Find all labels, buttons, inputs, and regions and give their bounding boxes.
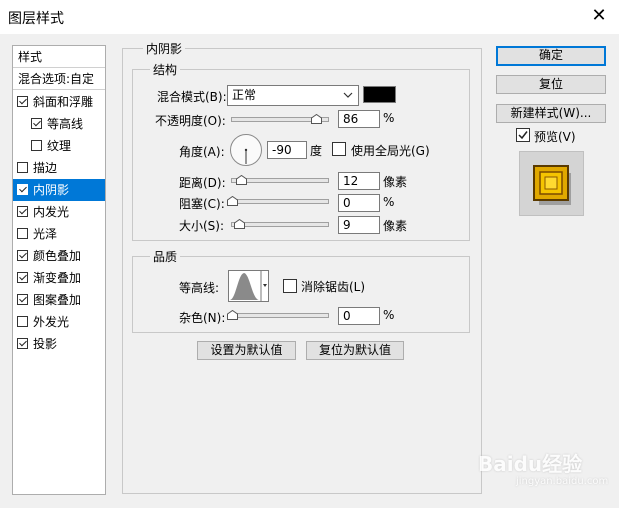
style-item-checkbox[interactable]	[17, 316, 28, 327]
style-item-checkbox[interactable]	[17, 272, 28, 283]
ok-button[interactable]: 确定	[496, 46, 606, 66]
watermark-url: jingyan.baidu.com	[516, 476, 609, 487]
new-style-button[interactable]: 新建样式(W)...	[496, 104, 606, 123]
blend-mode-select[interactable]: 正常	[227, 85, 359, 106]
style-item-label: 纹理	[47, 139, 72, 153]
style-item[interactable]: 颜色叠加	[13, 245, 105, 267]
style-item-checkbox[interactable]	[17, 338, 28, 349]
style-item[interactable]: 图案叠加	[13, 289, 105, 311]
style-item-checkbox[interactable]	[17, 294, 28, 305]
style-item[interactable]: 内发光	[13, 201, 105, 223]
choke-slider[interactable]	[231, 199, 329, 204]
angle-dial[interactable]	[229, 133, 263, 167]
preview-label: 预览(V)	[534, 130, 576, 144]
style-item-checkbox[interactable]	[17, 96, 28, 107]
style-item-checkbox[interactable]	[31, 140, 42, 151]
style-item-label: 等高线	[47, 117, 84, 131]
opacity-input[interactable]: 86	[338, 110, 380, 128]
reset-default-button[interactable]: 复位为默认值	[306, 341, 404, 360]
title-bar	[0, 0, 619, 34]
choke-label: 阻塞(C):	[179, 197, 225, 211]
style-item-label: 颜色叠加	[33, 249, 82, 263]
size-unit: 像素	[383, 219, 408, 233]
blend-mode-label: 混合模式(B):	[157, 90, 227, 104]
distance-slider-thumb[interactable]	[236, 175, 247, 185]
style-item-label: 斜面和浮雕	[33, 95, 94, 109]
opacity-unit: %	[383, 111, 395, 125]
style-item[interactable]: 渐变叠加	[13, 267, 105, 289]
make-default-button[interactable]: 设置为默认值	[197, 341, 296, 360]
style-item-checkbox[interactable]	[17, 206, 28, 217]
style-item[interactable]: 描边	[13, 157, 105, 179]
noise-unit: %	[383, 308, 395, 322]
quality-title: 品质	[150, 248, 181, 265]
style-item-label: 外发光	[33, 315, 70, 329]
structure-title: 结构	[150, 61, 181, 78]
contour-label: 等高线:	[179, 281, 220, 295]
style-item[interactable]: 内阴影	[13, 179, 105, 201]
style-item-label: 描边	[33, 161, 58, 175]
blend-mode-value: 正常	[232, 88, 257, 102]
style-item-label: 图案叠加	[33, 293, 82, 307]
angle-label: 角度(A):	[179, 145, 225, 159]
chevron-down-icon	[343, 92, 353, 98]
inner-shadow-title: 内阴影	[143, 40, 186, 57]
size-slider[interactable]	[231, 222, 329, 227]
opacity-label: 不透明度(O):	[155, 114, 226, 128]
style-item-label: 投影	[33, 337, 58, 351]
antialias-checkbox[interactable]	[283, 279, 297, 293]
style-list: 样式 混合选项:自定 斜面和浮雕等高线纹理描边内阴影内发光光泽颜色叠加渐变叠加图…	[12, 45, 106, 495]
style-item-checkbox[interactable]	[31, 118, 42, 129]
watermark-logo: Baidu经验	[478, 452, 583, 476]
style-item-label: 内发光	[33, 205, 70, 219]
style-item-label: 光泽	[33, 227, 58, 241]
angle-input[interactable]: -90	[267, 141, 307, 159]
antialias-label: 消除锯齿(L)	[301, 280, 366, 294]
style-item-checkbox[interactable]	[17, 162, 28, 173]
style-item-checkbox[interactable]	[17, 184, 28, 195]
preview-thumbnail-icon	[533, 165, 571, 205]
noise-label: 杂色(N):	[179, 311, 226, 325]
global-light-label: 使用全局光(G)	[351, 144, 430, 158]
choke-unit: %	[383, 195, 395, 209]
global-light-checkbox[interactable]	[332, 142, 346, 156]
preview-checkbox[interactable]	[516, 128, 530, 142]
contour-picker[interactable]	[228, 270, 269, 302]
style-item[interactable]: 纹理	[13, 135, 105, 157]
window-title: 图层样式	[8, 11, 64, 27]
style-item[interactable]: 光泽	[13, 223, 105, 245]
style-item-label: 内阴影	[33, 183, 70, 197]
style-item[interactable]: 投影	[13, 333, 105, 355]
choke-input[interactable]: 0	[338, 194, 380, 212]
style-list-header[interactable]: 样式	[13, 46, 105, 68]
blend-options-item[interactable]: 混合选项:自定	[13, 68, 105, 90]
style-item[interactable]: 等高线	[13, 113, 105, 135]
check-icon	[518, 131, 528, 140]
noise-slider[interactable]	[231, 313, 329, 318]
noise-slider-thumb[interactable]	[227, 310, 238, 320]
opacity-slider-thumb[interactable]	[311, 114, 322, 124]
size-slider-thumb[interactable]	[234, 219, 245, 229]
choke-slider-thumb[interactable]	[227, 196, 238, 206]
style-item-label: 渐变叠加	[33, 271, 82, 285]
noise-input[interactable]: 0	[338, 307, 380, 325]
style-item-checkbox[interactable]	[17, 250, 28, 261]
distance-unit: 像素	[383, 175, 408, 189]
distance-input[interactable]: 12	[338, 172, 380, 190]
distance-label: 距离(D):	[179, 176, 226, 190]
style-item-checkbox[interactable]	[17, 228, 28, 239]
shadow-color-swatch[interactable]	[363, 86, 396, 103]
style-item[interactable]: 外发光	[13, 311, 105, 333]
reset-button[interactable]: 复位	[496, 75, 606, 94]
angle-unit: 度	[310, 144, 323, 158]
size-input[interactable]: 9	[338, 216, 380, 234]
style-item[interactable]: 斜面和浮雕	[13, 91, 105, 113]
style-preview	[519, 151, 584, 216]
close-icon[interactable]: ✕	[588, 4, 610, 26]
size-label: 大小(S):	[179, 219, 225, 233]
